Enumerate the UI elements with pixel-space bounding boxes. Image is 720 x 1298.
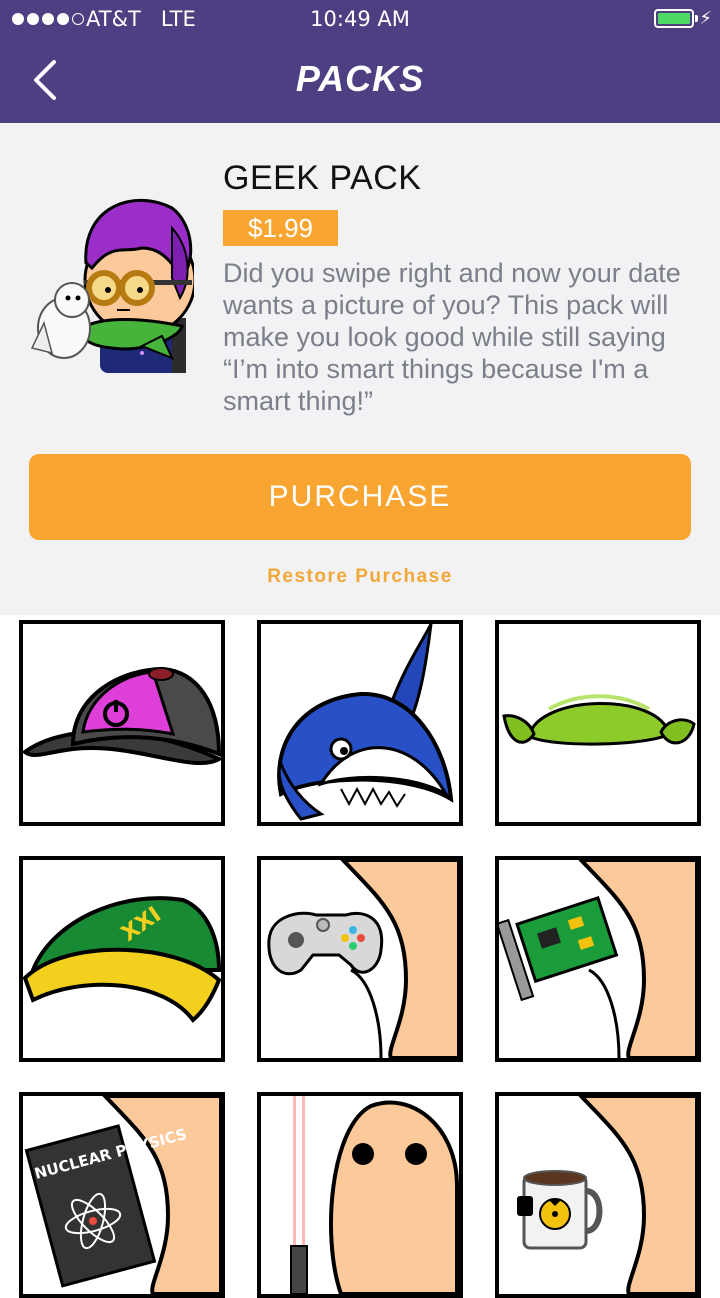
shark-hat-icon [277, 624, 454, 821]
battery-icon [654, 9, 694, 28]
status-time: 10:49 AM [310, 7, 410, 31]
pack-item-tile[interactable] [19, 620, 225, 826]
status-bar: AT&T LTE 10:49 AM ⚡ [0, 0, 720, 40]
pack-item-tile[interactable]: NUCLEAR PHYSICS [19, 1092, 225, 1298]
price-badge: $1.99 [223, 210, 338, 246]
page-title: PACKS [295, 58, 425, 99]
geek-avatar-illustration [30, 198, 194, 373]
pack-details: GEEK PACK $1.99 Did you swipe right and … [0, 123, 720, 615]
pack-item-tile[interactable]: XXI [19, 856, 225, 1062]
pack-item-tile[interactable] [257, 1092, 463, 1298]
green-wizard-hat-icon: XXI [23, 896, 221, 1023]
game-controller-icon [267, 860, 459, 1058]
circuit-board-icon [499, 860, 697, 1058]
pack-item-tile[interactable] [257, 856, 463, 1062]
elf-ears-hat-icon [502, 694, 696, 746]
charging-bolt-icon: ⚡ [699, 8, 712, 29]
red-lightsaber-icon [290, 1096, 459, 1294]
nav-bar: PACKS [0, 40, 720, 123]
power-button-cap-icon [23, 666, 221, 765]
pack-item-tile[interactable] [495, 620, 701, 826]
nuclear-physics-book-icon: NUCLEAR PHYSICS [24, 1096, 221, 1294]
pack-item-tile[interactable] [495, 856, 701, 1062]
radioactive-mug-icon [517, 1096, 697, 1294]
purchase-button[interactable]: PURCHASE [29, 454, 691, 540]
pack-item-tile[interactable] [495, 1092, 701, 1298]
pack-description: Did you swipe right and now your date wa… [223, 258, 681, 416]
pack-name: GEEK PACK [223, 159, 422, 197]
pack-item-tile[interactable] [257, 620, 463, 826]
restore-purchase-link[interactable]: Restore Purchase [0, 566, 720, 588]
